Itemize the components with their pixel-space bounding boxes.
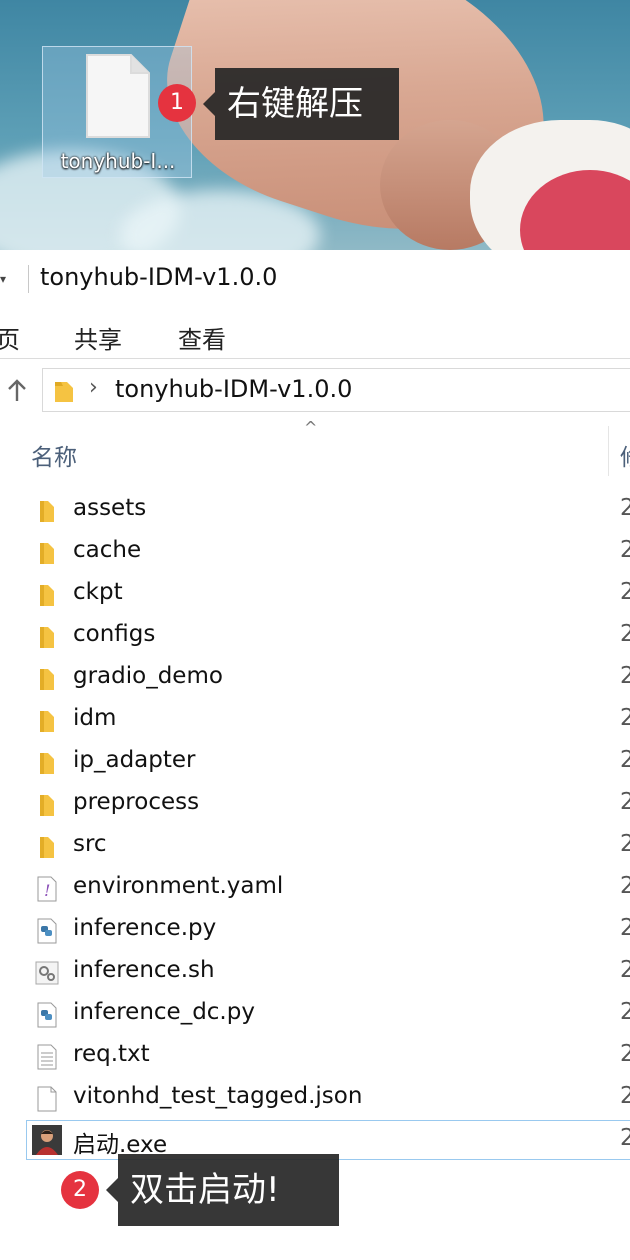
file-date: 2 [620, 831, 630, 857]
file-row[interactable]: assets 2 [0, 490, 630, 532]
file-row[interactable]: inference.sh 2 [0, 952, 630, 994]
blank-file-icon [34, 1086, 60, 1112]
up-arrow-icon[interactable] [6, 379, 28, 403]
file-name: inference.sh [73, 957, 215, 983]
file-row[interactable]: src 2 [0, 826, 630, 868]
file-date: 2 [620, 621, 630, 647]
svg-text:!: ! [44, 881, 50, 900]
file-name: inference.py [73, 915, 217, 941]
file-row[interactable]: inference_dc.py 2 [0, 994, 630, 1036]
file-date: 2 [620, 1083, 630, 1109]
file-name: configs [73, 621, 156, 647]
file-row[interactable]: ! environment.yaml 2 [0, 868, 630, 910]
file-row[interactable]: configs 2 [0, 616, 630, 658]
file-date: 2 [620, 495, 630, 521]
python-file-icon [34, 1002, 60, 1028]
file-name: ckpt [73, 579, 123, 605]
navigation-bar: › tonyhub-IDM-v1.0.0 [0, 359, 630, 421]
file-name: vitonhd_test_tagged.json [73, 1083, 363, 1109]
file-row[interactable]: cache 2 [0, 532, 630, 574]
column-header-row: 名称 修 [0, 426, 630, 480]
file-row[interactable]: preprocess 2 [0, 784, 630, 826]
annotation-right-click-extract: 右键解压 [203, 68, 399, 140]
file-date: 2 [620, 705, 630, 731]
file-date: 2 [620, 915, 630, 941]
ribbon-tabs: 页 共享 查看 [0, 308, 630, 359]
folder-icon [55, 382, 73, 402]
python-file-icon [34, 918, 60, 944]
file-row[interactable]: idm 2 [0, 700, 630, 742]
folder-icon [34, 582, 60, 608]
title-separator [28, 265, 29, 293]
step-badge-2: 2 [61, 1171, 99, 1209]
yaml-file-icon: ! [34, 876, 60, 902]
column-header-name[interactable]: 名称 [31, 438, 77, 472]
folder-icon [34, 750, 60, 776]
file-date: 2 [620, 873, 630, 899]
window-title: tonyhub-IDM-v1.0.0 [40, 263, 278, 291]
file-name: src [73, 831, 107, 857]
desktop-wallpaper: tonyhub-I... 1 右键解压 [0, 0, 630, 250]
quick-access-dropdown-icon[interactable]: ▾ [0, 272, 6, 286]
folder-icon [34, 834, 60, 860]
folder-icon [34, 792, 60, 818]
file-row[interactable]: inference.py 2 [0, 910, 630, 952]
folder-icon [34, 540, 60, 566]
file-name: assets [73, 495, 147, 521]
file-name: req.txt [73, 1041, 150, 1067]
column-divider[interactable] [608, 426, 609, 476]
tab-view[interactable]: 查看 [178, 320, 226, 355]
file-row[interactable]: ckpt 2 [0, 574, 630, 616]
file-date: 2 [620, 1125, 630, 1151]
blank-file-icon [86, 54, 150, 138]
file-name: inference_dc.py [73, 999, 255, 1025]
file-date: 2 [620, 537, 630, 563]
folder-icon [34, 498, 60, 524]
annotation-double-click-launch: 双击启动! [106, 1154, 339, 1226]
file-date: 2 [620, 663, 630, 689]
file-date: 2 [620, 999, 630, 1025]
explorer-title-bar: ▾ tonyhub-IDM-v1.0.0 [0, 250, 630, 308]
file-name: environment.yaml [73, 873, 284, 899]
address-path: tonyhub-IDM-v1.0.0 [115, 375, 353, 403]
file-name: preprocess [73, 789, 200, 815]
file-date: 2 [620, 747, 630, 773]
folder-icon [34, 708, 60, 734]
chevron-right-icon[interactable]: › [89, 375, 98, 400]
file-date: 2 [620, 957, 630, 983]
file-name: gradio_demo [73, 663, 223, 689]
tab-share[interactable]: 共享 [74, 320, 122, 355]
file-date: 2 [620, 789, 630, 815]
file-row[interactable]: req.txt 2 [0, 1036, 630, 1078]
file-row[interactable]: vitonhd_test_tagged.json 2 [0, 1078, 630, 1120]
file-name: ip_adapter [73, 747, 196, 773]
column-header-modified[interactable]: 修 [620, 438, 630, 472]
address-bar[interactable]: › tonyhub-IDM-v1.0.0 [42, 368, 630, 412]
folder-icon [34, 624, 60, 650]
file-row[interactable]: gradio_demo 2 [0, 658, 630, 700]
file-date: 2 [620, 1041, 630, 1067]
tab-home[interactable]: 页 [0, 320, 20, 355]
file-name: cache [73, 537, 142, 563]
file-name: idm [73, 705, 117, 731]
file-row[interactable]: ip_adapter 2 [0, 742, 630, 784]
file-date: 2 [620, 579, 630, 605]
desktop-file-label: tonyhub-I... [60, 149, 176, 173]
shell-script-icon [34, 960, 60, 986]
text-file-icon [34, 1044, 60, 1070]
folder-icon [34, 666, 60, 692]
exe-app-icon [32, 1125, 62, 1155]
step-badge-1: 1 [158, 84, 196, 122]
